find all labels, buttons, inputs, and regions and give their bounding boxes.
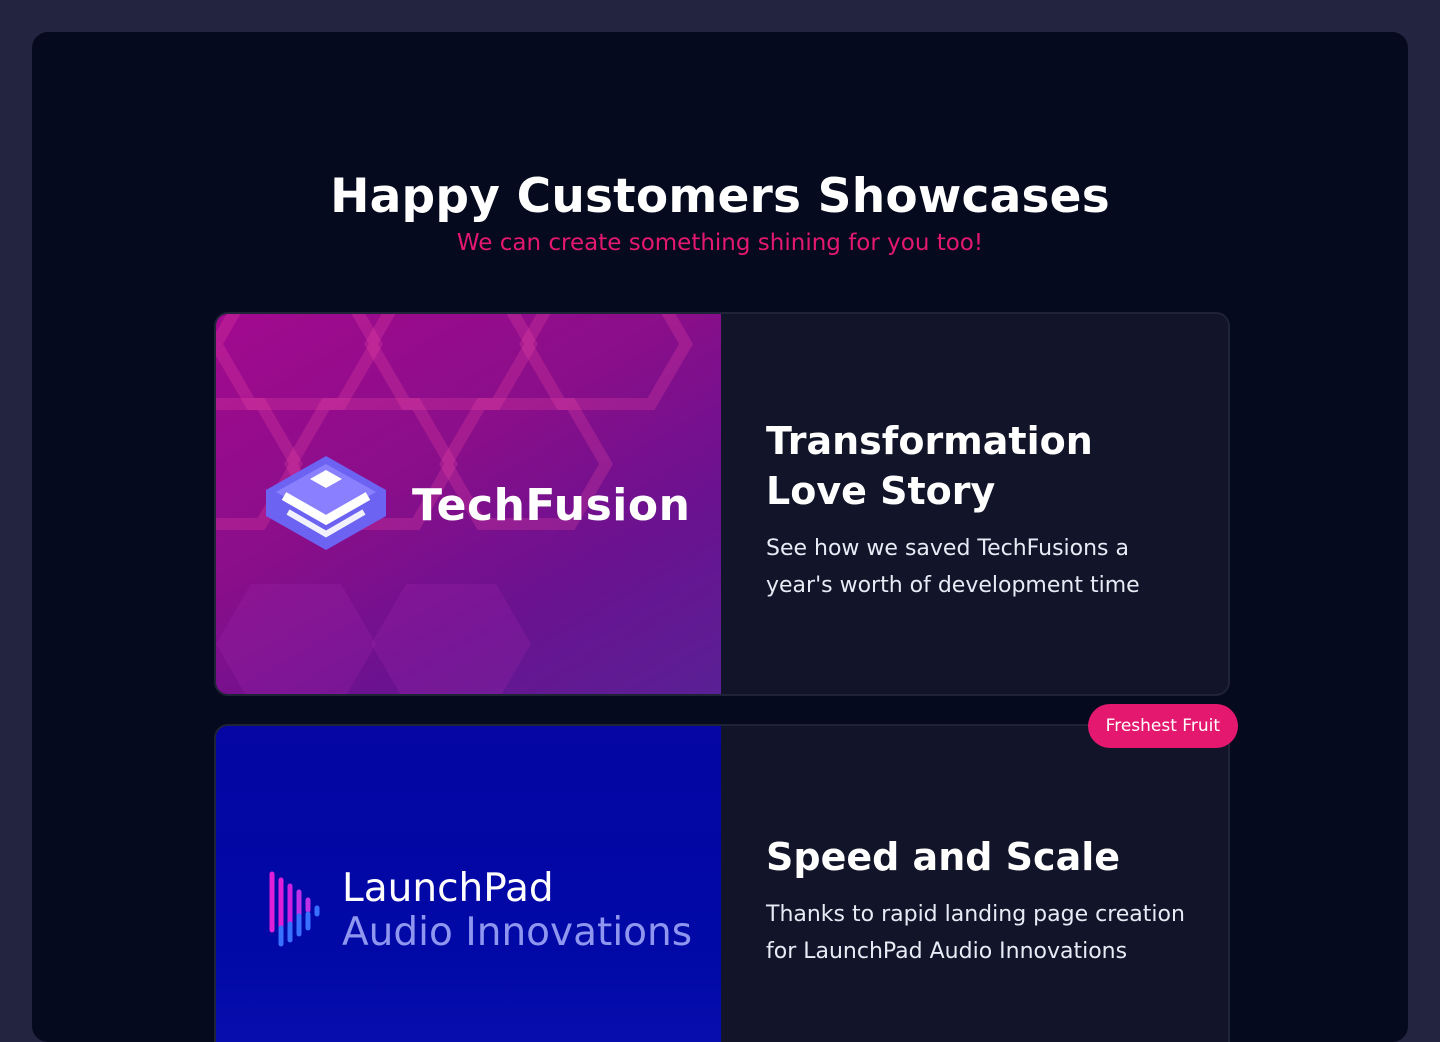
section-title: Happy Customers Showcases	[330, 169, 1110, 224]
section-heading: Happy Customers Showcases We can create …	[32, 172, 1408, 258]
showcase-title: Transformation Love Story	[766, 419, 1093, 513]
techfusion-logo-text: TechFusion	[412, 480, 691, 531]
launchpad-logo-text: LaunchPad	[342, 866, 554, 911]
showcase-description: Thanks to rapid landing page creation fo…	[766, 902, 1185, 964]
showcase-card-techfusion[interactable]: TechFusion Transformation Love Story See…	[214, 312, 1230, 696]
techfusion-banner: TechFusion	[216, 314, 721, 694]
showcase-card-launchpad[interactable]: LaunchPad Audio Innovations Freshest Fru…	[214, 704, 1238, 1042]
section-subtitle: We can create something shining for you …	[456, 230, 984, 256]
featured-badge: Freshest Fruit	[1087, 704, 1238, 748]
layered-cube-icon	[266, 456, 386, 550]
showcase-description: See how we saved TechFusions a year's wo…	[766, 536, 1140, 598]
launchpad-logo-subtext: Audio Innovations	[342, 910, 693, 955]
showcase-section: Happy Customers Showcases We can create …	[32, 32, 1408, 1042]
showcase-content: Transformation Love Story See how we sav…	[766, 416, 1186, 604]
audio-waveform-icon	[269, 871, 320, 947]
showcase-title: Speed and Scale	[766, 835, 1121, 879]
showcase-content: Speed and Scale Thanks to rapid landing …	[766, 832, 1186, 970]
launchpad-banner: LaunchPad Audio Innovations	[216, 726, 721, 1042]
